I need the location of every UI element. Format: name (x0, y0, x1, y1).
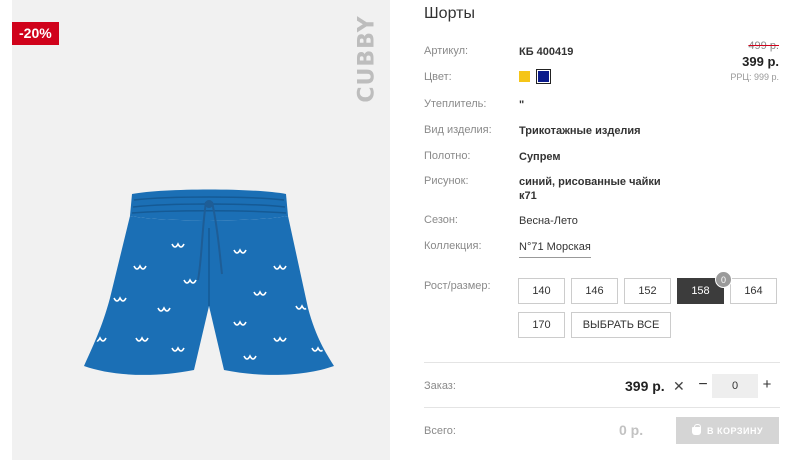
size-option-164[interactable]: 164 (730, 278, 777, 304)
old-price: 499 р. (748, 40, 779, 52)
size-label: Рост/размер: (424, 280, 491, 292)
recommended-price: РРЦ: 999 р. (730, 72, 779, 82)
total-label: Всего: (424, 425, 456, 437)
quantity-input[interactable] (712, 374, 758, 398)
order-label: Заказ: (424, 380, 456, 392)
increase-quantity-button[interactable]: + (761, 376, 773, 393)
collection-link[interactable]: N°71 Морская (519, 240, 591, 258)
discount-badge: -20% (12, 22, 59, 45)
brand-logo: CUBBY (354, 15, 380, 103)
attr-label: Полотно: (424, 150, 471, 162)
add-to-cart-label: В КОРЗИНУ (706, 425, 764, 436)
attr-label: Коллекция: (424, 240, 482, 252)
attr-value: " (519, 99, 525, 111)
attr-value: Трикотажные изделия (519, 125, 641, 137)
bag-icon (691, 423, 701, 435)
decrease-quantity-button[interactable]: − (697, 376, 709, 394)
add-to-cart-button[interactable]: В КОРЗИНУ (676, 417, 779, 444)
attr-label: Артикул: (424, 45, 469, 57)
attr-value: КБ 400419 (519, 46, 574, 58)
attr-label: Цвет: (424, 71, 452, 83)
attr-label: Сезон: (424, 214, 458, 226)
size-count-badge: 0 (715, 271, 732, 288)
color-swatch-navy[interactable] (536, 69, 552, 84)
attr-value: Супрем (519, 151, 561, 163)
divider (424, 362, 780, 363)
color-swatches (519, 69, 689, 85)
size-option-170[interactable]: 170 (518, 312, 565, 338)
attr-label: Вид изделия: (424, 124, 492, 136)
attr-value: Весна-Лето (519, 215, 578, 227)
attr-label: Рисунок: (424, 175, 469, 187)
multiply-icon: ✕ (673, 378, 685, 394)
order-unit-price: 399 р. (625, 378, 665, 394)
shorts-image (84, 189, 334, 375)
total-value: 0 р. (619, 422, 644, 438)
color-swatch-yellow[interactable] (519, 71, 530, 82)
select-all-button[interactable]: ВЫБРАТЬ ВСЕ (571, 312, 671, 338)
product-title: Шорты (424, 5, 475, 22)
size-option-152[interactable]: 152 (624, 278, 671, 304)
size-option-140[interactable]: 140 (518, 278, 565, 304)
size-option-146[interactable]: 146 (571, 278, 618, 304)
divider (424, 407, 780, 408)
attr-value: синий, рисованные чайки к71 (519, 176, 661, 202)
attr-label: Утеплитель: (424, 98, 487, 110)
product-image-panel[interactable]: -20% CUBBY (12, 0, 390, 460)
current-price: 399 р. (742, 54, 779, 69)
